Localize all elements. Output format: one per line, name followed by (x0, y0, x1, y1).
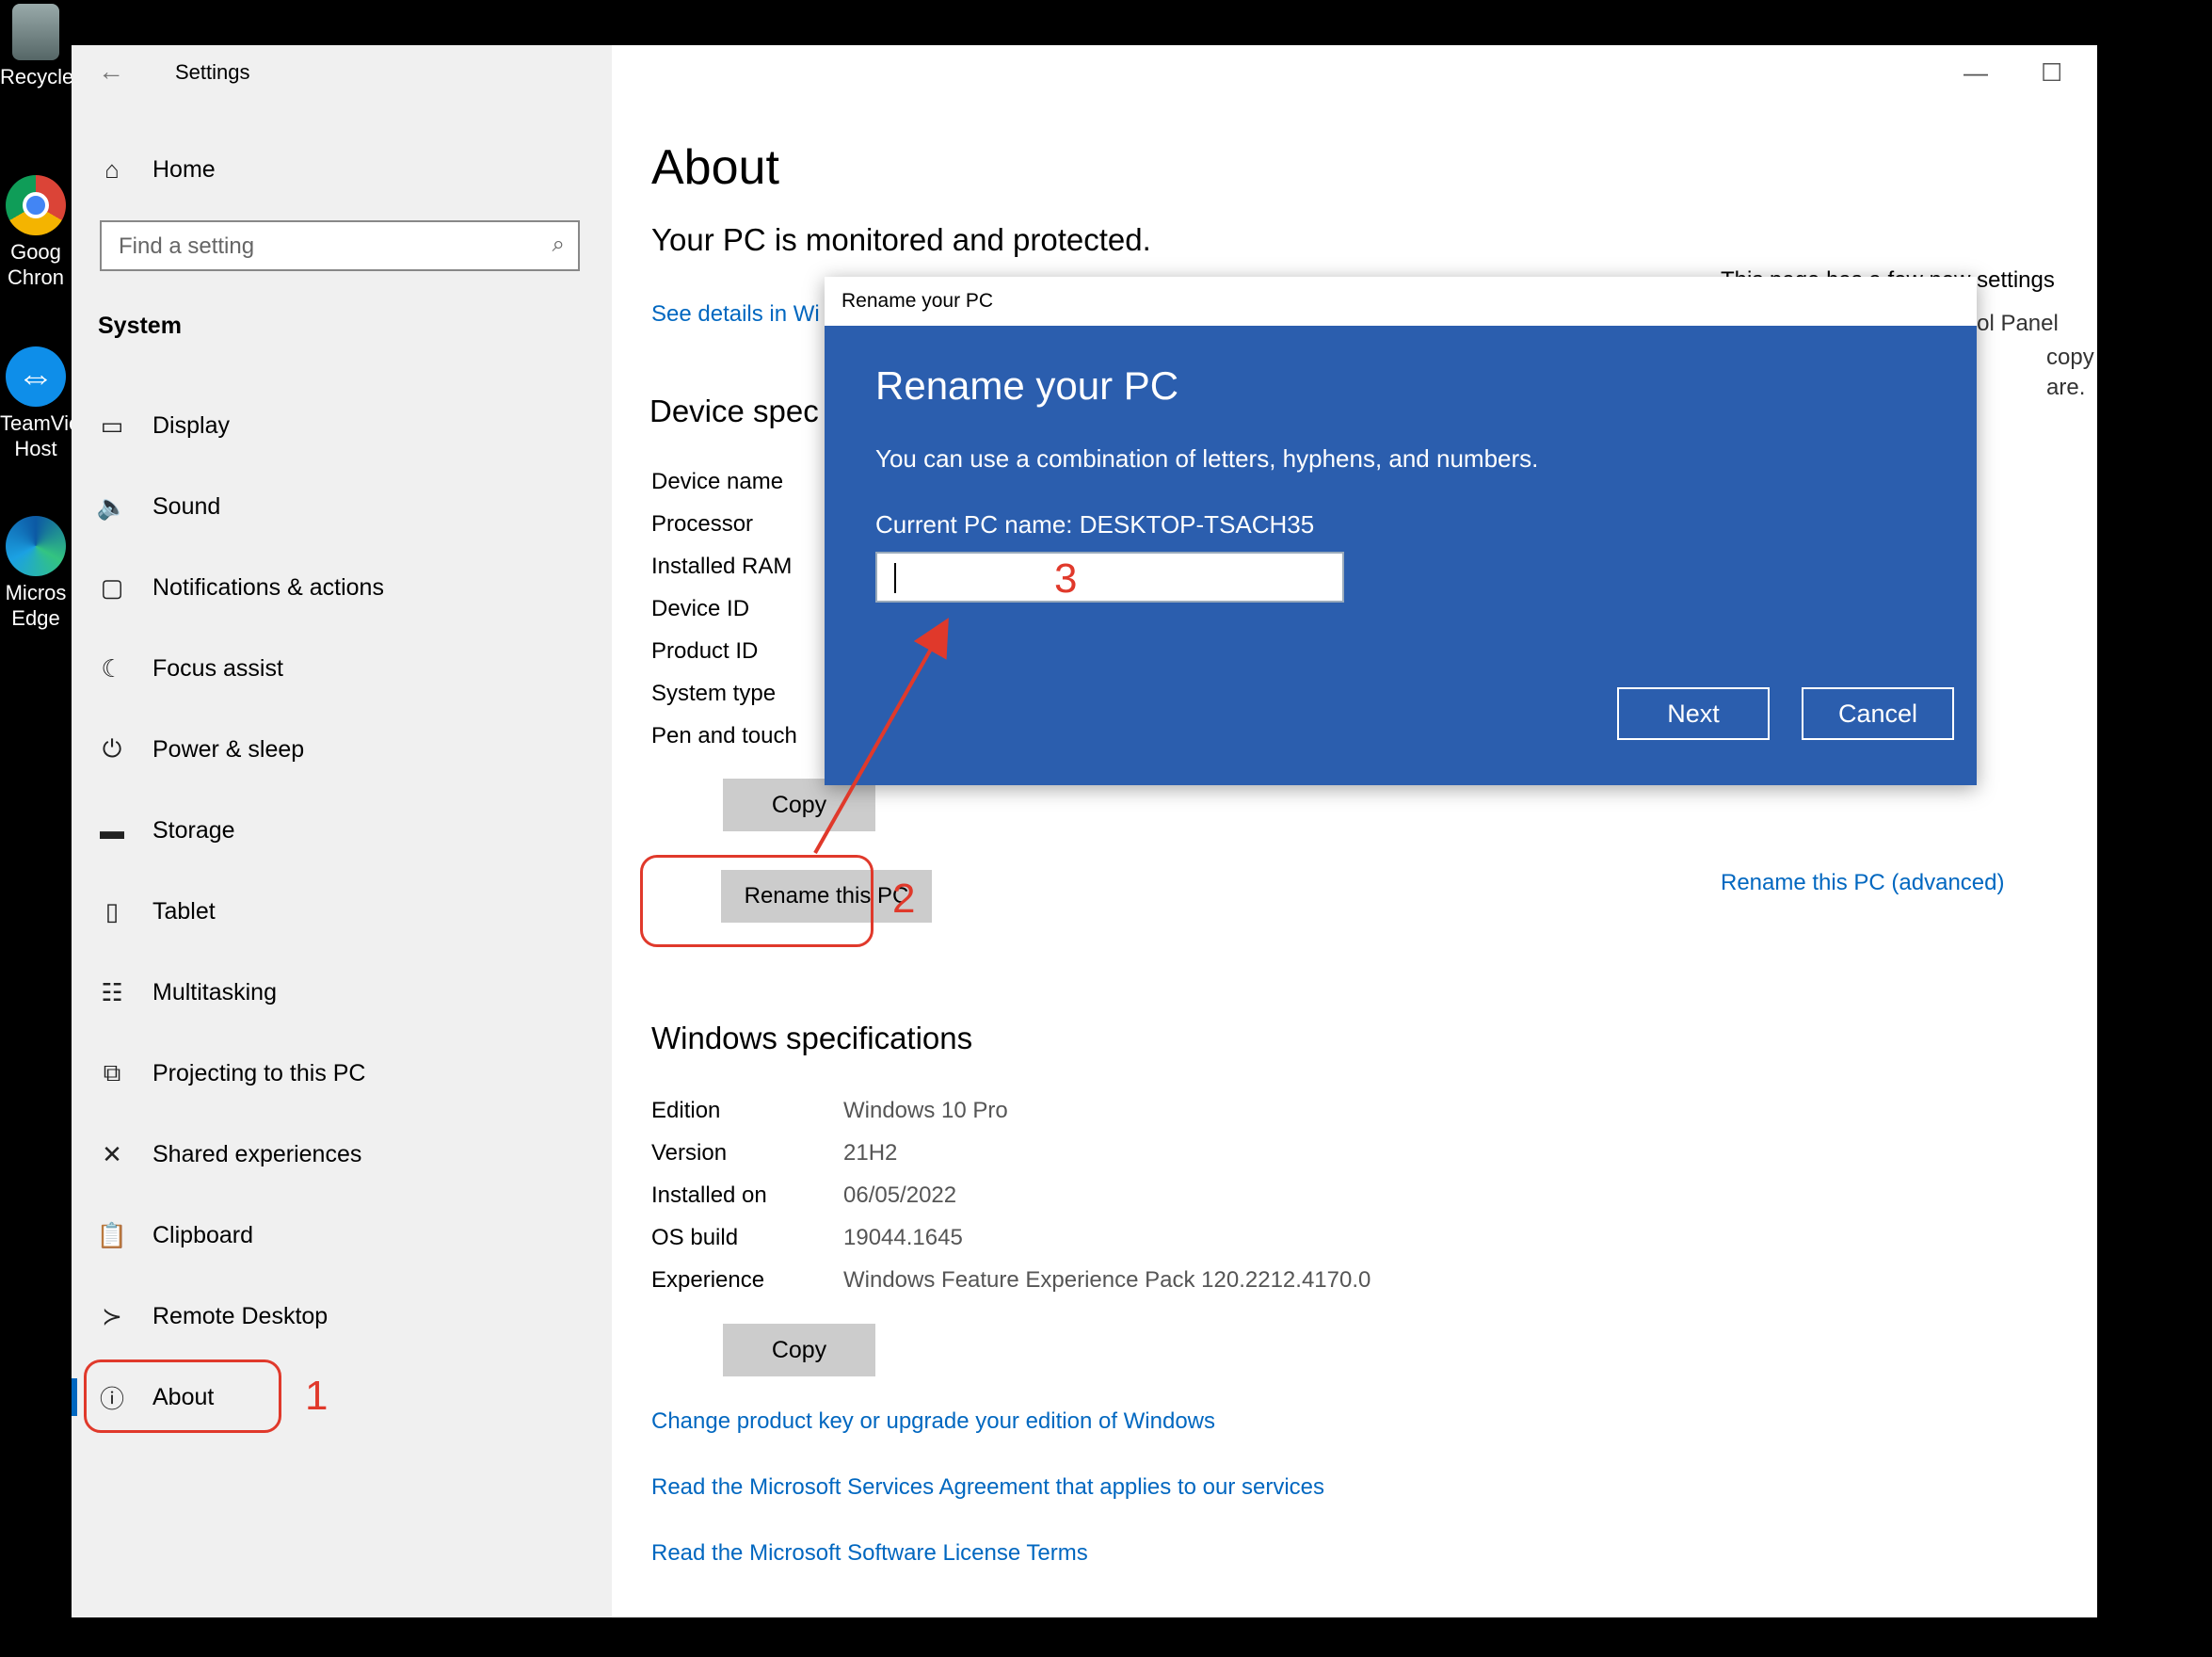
annotation-arrow (813, 618, 949, 854)
